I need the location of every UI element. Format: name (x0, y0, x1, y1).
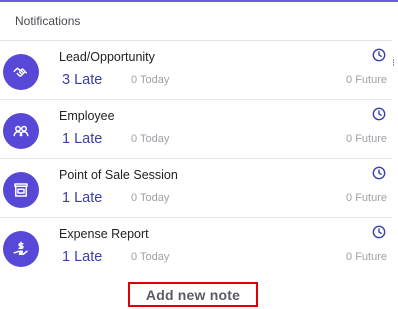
add-new-note-button[interactable]: Add new note (128, 282, 258, 307)
future-count[interactable]: 0 Future (346, 251, 387, 263)
late-count-link[interactable]: 1 Late (62, 249, 102, 265)
future-count[interactable]: 0 Future (346, 192, 387, 204)
store-icon (3, 172, 39, 208)
money-hand-icon (3, 231, 39, 267)
panel-title: Notifications (15, 14, 81, 28)
people-icon (3, 113, 39, 149)
today-count[interactable]: 0 Today (131, 133, 169, 145)
today-count[interactable]: 0 Today (131, 192, 169, 204)
activity-name: Expense Report (59, 227, 149, 241)
activity-name: Employee (59, 109, 115, 123)
overflow-handle-icon: ⁝ (392, 58, 396, 69)
late-count-link[interactable]: 3 Late (62, 72, 102, 88)
future-count[interactable]: 0 Future (346, 74, 387, 86)
clock-icon[interactable] (372, 48, 386, 62)
clock-icon[interactable] (372, 225, 386, 239)
notifications-panel: Notifications Lead/Opportunity 3 Late 0 … (0, 2, 392, 309)
panel-header: Notifications (0, 2, 392, 41)
activity-row-lead-opportunity[interactable]: Lead/Opportunity 3 Late 0 Today 0 Future (0, 41, 392, 100)
activity-row-pos-session[interactable]: Point of Sale Session 1 Late 0 Today 0 F… (0, 159, 392, 218)
late-count-link[interactable]: 1 Late (62, 131, 102, 147)
today-count[interactable]: 0 Today (131, 74, 169, 86)
activity-row-employee[interactable]: Employee 1 Late 0 Today 0 Future (0, 100, 392, 159)
today-count[interactable]: 0 Today (131, 251, 169, 263)
late-count-link[interactable]: 1 Late (62, 190, 102, 206)
clock-icon[interactable] (372, 107, 386, 121)
handshake-icon (3, 54, 39, 90)
clock-icon[interactable] (372, 166, 386, 180)
activity-row-expense-report[interactable]: Expense Report 1 Late 0 Today 0 Future (0, 218, 392, 277)
future-count[interactable]: 0 Future (346, 133, 387, 145)
activity-name: Point of Sale Session (59, 168, 178, 182)
activity-name: Lead/Opportunity (59, 50, 155, 64)
